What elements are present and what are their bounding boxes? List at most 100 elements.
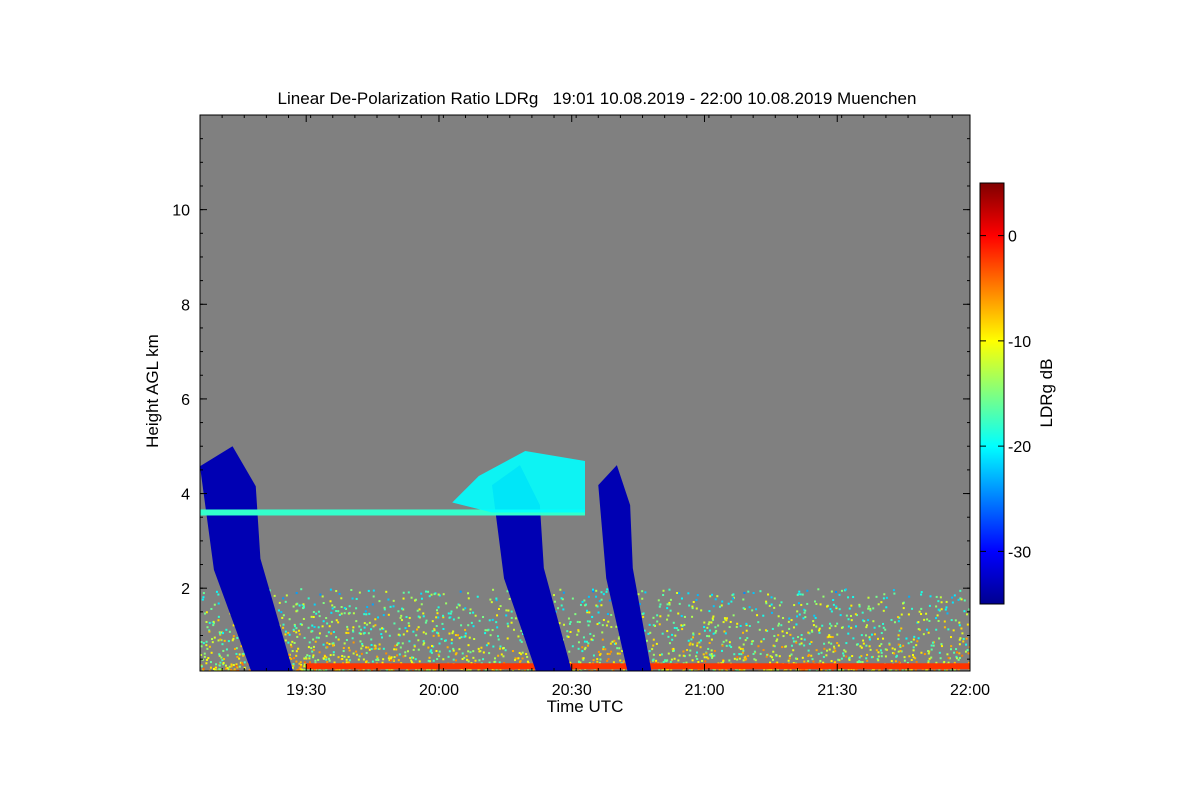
speckle-dot bbox=[315, 612, 318, 615]
speckle-dot bbox=[862, 642, 865, 645]
speckle-dot bbox=[669, 609, 672, 612]
speckle-dot bbox=[296, 609, 299, 612]
speckle-dot bbox=[688, 604, 691, 607]
speckle-dot bbox=[458, 637, 461, 640]
speckle-dot bbox=[915, 644, 918, 647]
speckle-dot bbox=[485, 644, 488, 647]
speckle-dot bbox=[310, 647, 313, 650]
speckle-dot bbox=[442, 627, 445, 630]
speckle-dot bbox=[436, 612, 439, 615]
speckle-dot bbox=[359, 628, 362, 631]
speckle-dot bbox=[828, 634, 831, 637]
speckle-dot bbox=[338, 592, 341, 595]
speckle-dot bbox=[586, 644, 589, 647]
speckle-dot bbox=[567, 617, 570, 620]
speckle-dot bbox=[302, 603, 305, 606]
speckle-dot bbox=[920, 651, 923, 654]
speckle-dot bbox=[735, 625, 738, 628]
speckle-dot bbox=[806, 602, 809, 605]
speckle-dot bbox=[840, 626, 843, 629]
speckle-dot bbox=[830, 610, 833, 613]
speckle-dot bbox=[714, 631, 717, 634]
speckle-dot bbox=[217, 602, 220, 605]
speckle-dot bbox=[474, 614, 477, 617]
speckle-dot bbox=[797, 636, 800, 639]
speckle-dot bbox=[652, 644, 655, 647]
speckle-dot bbox=[217, 639, 220, 642]
speckle-dot bbox=[212, 624, 215, 627]
speckle-dot bbox=[213, 636, 216, 639]
speckle-dot bbox=[510, 616, 513, 619]
speckle-dot bbox=[945, 600, 948, 603]
speckle-dot bbox=[592, 590, 595, 593]
speckle-dot bbox=[796, 610, 799, 613]
speckle-dot bbox=[219, 661, 222, 664]
speckle-dot bbox=[326, 641, 329, 644]
speckle-dot bbox=[893, 652, 896, 655]
speckle-dot bbox=[606, 588, 609, 591]
speckle-dot bbox=[343, 642, 346, 645]
speckle-dot bbox=[742, 649, 745, 652]
speckle-dot bbox=[605, 590, 608, 593]
speckle-dot bbox=[328, 659, 331, 662]
speckle-dot bbox=[310, 615, 313, 618]
speckle-dot bbox=[817, 588, 820, 591]
speckle-dot bbox=[236, 655, 239, 658]
speckle-dot bbox=[212, 667, 215, 670]
speckle-dot bbox=[795, 623, 798, 626]
speckle-dot bbox=[819, 603, 822, 606]
speckle-dot bbox=[347, 632, 350, 635]
speckle-dot bbox=[710, 649, 713, 652]
speckle-dot bbox=[233, 647, 236, 650]
speckle-dot bbox=[359, 632, 362, 635]
speckle-dot bbox=[938, 637, 941, 640]
speckle-dot bbox=[800, 634, 803, 637]
speckle-dot bbox=[752, 652, 755, 655]
speckle-dot bbox=[597, 611, 600, 614]
speckle-dot bbox=[468, 636, 471, 639]
speckle-dot bbox=[496, 635, 499, 638]
speckle-dot bbox=[491, 629, 494, 632]
speckle-dot bbox=[242, 654, 245, 657]
speckle-dot bbox=[295, 603, 298, 606]
speckle-dot bbox=[658, 605, 661, 608]
speckle-dot bbox=[788, 654, 791, 657]
speckle-dot bbox=[206, 647, 209, 650]
speckle-dot bbox=[792, 626, 795, 629]
speckle-dot bbox=[208, 630, 211, 633]
speckle-dot bbox=[830, 590, 833, 593]
speckle-dot bbox=[312, 656, 315, 659]
speckle-dot bbox=[358, 591, 361, 594]
speckle-dot bbox=[803, 611, 806, 614]
speckle-dot bbox=[659, 654, 662, 657]
speckle-dot bbox=[581, 650, 584, 653]
speckle-dot bbox=[482, 658, 485, 661]
speckle-dot bbox=[777, 622, 780, 625]
speckle-dot bbox=[571, 645, 574, 648]
speckle-dot bbox=[444, 639, 447, 642]
speckle-dot bbox=[796, 615, 799, 618]
speckle-dot bbox=[930, 648, 933, 651]
speckle-dot bbox=[526, 655, 529, 658]
speckle-dot bbox=[225, 664, 228, 667]
speckle-dot bbox=[595, 589, 598, 592]
speckle-dot bbox=[284, 600, 287, 603]
speckle-dot bbox=[745, 629, 748, 632]
speckle-dot bbox=[510, 621, 513, 624]
speckle-dot bbox=[917, 628, 920, 631]
speckle-dot bbox=[452, 647, 455, 650]
speckle-dot bbox=[364, 610, 367, 613]
speckle-dot bbox=[312, 638, 315, 641]
speckle-dot bbox=[855, 643, 858, 646]
chart-title: Linear De-Polarization Ratio LDRg 19:01 … bbox=[278, 89, 917, 108]
speckle-dot bbox=[583, 640, 586, 643]
speckle-dot bbox=[382, 614, 385, 617]
speckle-dot bbox=[762, 638, 765, 641]
speckle-dot bbox=[828, 627, 831, 630]
speckle-dot bbox=[833, 645, 836, 648]
speckle-dot bbox=[882, 609, 885, 612]
speckle-dot bbox=[414, 598, 417, 601]
speckle-dot bbox=[335, 590, 338, 593]
speckle-dot bbox=[442, 658, 445, 661]
speckle-dot bbox=[712, 615, 715, 618]
